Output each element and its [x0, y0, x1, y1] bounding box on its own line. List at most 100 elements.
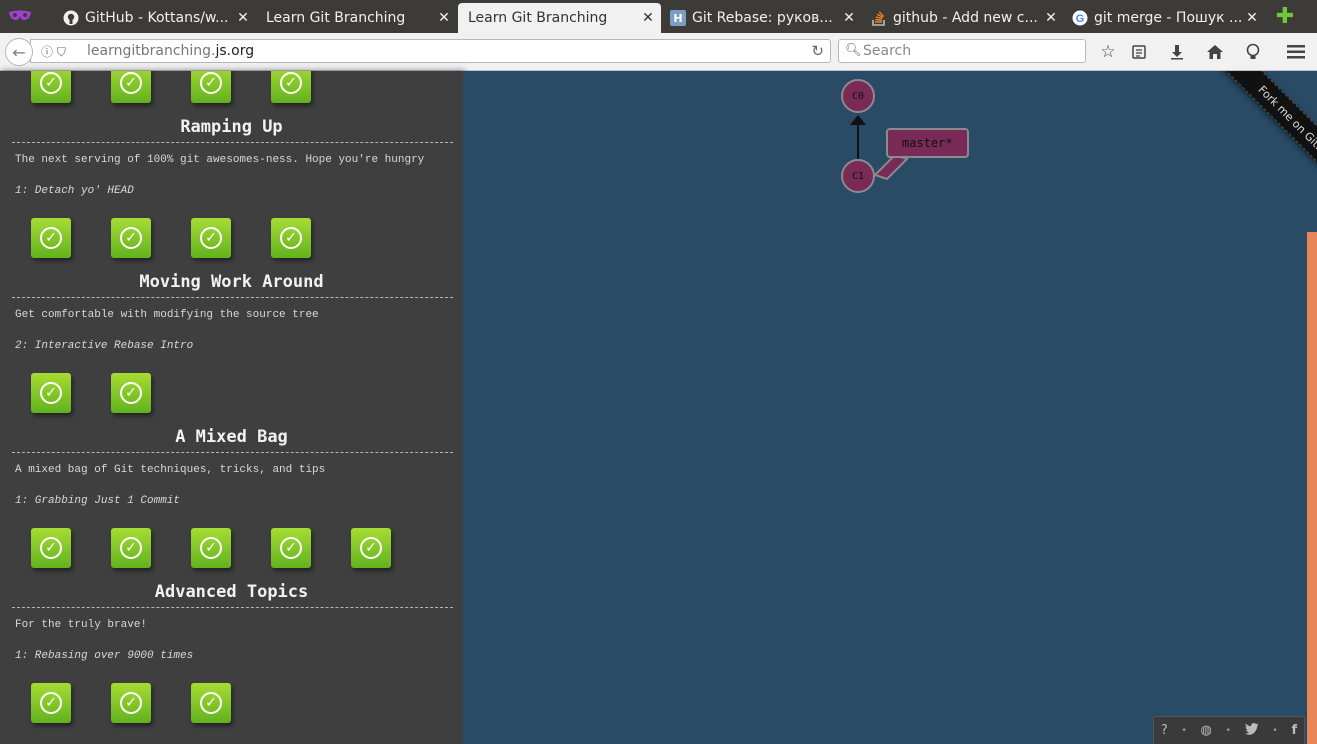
check-icon: ✓: [200, 537, 222, 559]
git-visualization-canvas[interactable]: C0 C1 master* Fork me on GitHub ? • ◍ • …: [463, 71, 1317, 744]
completed-level-button[interactable]: ✓: [271, 528, 311, 568]
url-text[interactable]: learngitbranching.js.org: [87, 43, 254, 59]
completed-level-button[interactable]: ✓: [111, 71, 151, 103]
section-divider: [12, 142, 453, 143]
tab-title: Git Rebase: руков...: [692, 10, 833, 26]
tab-title: Learn Git Branching: [468, 10, 608, 26]
check-icon: ✓: [40, 537, 62, 559]
completed-level-button[interactable]: ✓: [111, 683, 151, 723]
check-icon: ✓: [120, 692, 142, 714]
section-divider: [12, 297, 453, 298]
footer-icon-bar: ? • ◍ • • f: [1153, 716, 1305, 744]
completed-level-button[interactable]: ✓: [111, 373, 151, 413]
navigation-bar: ⓘ ⛉ learngitbranching.js.org ↻ ← 🔍︎ Sear…: [0, 33, 1317, 71]
section-divider: [12, 452, 453, 453]
habr-icon: H: [670, 10, 686, 26]
close-tab-icon[interactable]: ✕: [236, 10, 250, 26]
tab-title: github - Add new c...: [893, 10, 1038, 26]
tab-git-rebase[interactable]: H Git Rebase: руков... ✕: [662, 3, 862, 33]
check-icon: ✓: [40, 72, 62, 94]
section-description: Get comfortable with modifying the sourc…: [15, 309, 319, 321]
fork-ribbon-text[interactable]: Fork me on GitHub: [1217, 71, 1317, 201]
close-tab-icon[interactable]: ✕: [437, 10, 451, 26]
lightbulb-icon[interactable]: [1242, 41, 1264, 63]
section-description: For the truly brave!: [15, 619, 148, 631]
section-title: A Mixed Bag: [175, 427, 288, 447]
tab-git-merge-search[interactable]: G git merge - Пошук ... ✕: [1064, 3, 1265, 33]
github-icon: [63, 10, 79, 26]
close-tab-icon[interactable]: ✕: [842, 10, 856, 26]
new-tab-icon[interactable]: ✚: [1274, 6, 1296, 28]
section-description: The next serving of 100% git awesomes-ne…: [15, 154, 425, 166]
current-level-label: 2: Interactive Rebase Intro: [15, 340, 194, 352]
completed-level-button[interactable]: ✓: [31, 71, 71, 103]
completed-level-button[interactable]: ✓: [31, 683, 71, 723]
completed-level-button[interactable]: ✓: [31, 528, 71, 568]
tab-github-kottans[interactable]: GitHub - Kottans/w... ✕: [55, 3, 256, 33]
completed-level-button[interactable]: ✓: [191, 683, 231, 723]
close-tab-icon[interactable]: ✕: [1245, 10, 1259, 26]
completed-level-button[interactable]: ✓: [191, 528, 231, 568]
completed-level-button[interactable]: ✓: [191, 71, 231, 103]
close-tab-icon[interactable]: ✕: [641, 10, 655, 26]
commit-node-c1[interactable]: C1: [841, 159, 875, 193]
current-level-label: 1: Grabbing Just 1 Commit: [15, 495, 181, 507]
completed-level-button[interactable]: ✓: [271, 218, 311, 258]
completed-level-button[interactable]: ✓: [111, 218, 151, 258]
tab-learn-git-branching-1[interactable]: Learn Git Branching ✕: [256, 3, 457, 33]
completed-level-button[interactable]: ✓: [31, 373, 71, 413]
home-icon[interactable]: [1204, 41, 1226, 63]
completed-level-button[interactable]: ✓: [351, 528, 391, 568]
site-info-icon[interactable]: ⓘ ⛉: [41, 43, 66, 60]
check-icon: ✓: [120, 227, 142, 249]
level-select-panel: ✓ ✓ ✓ ✓ Ramping Up The next serving of 1…: [0, 71, 463, 744]
check-icon: ✓: [360, 537, 382, 559]
check-icon: ✓: [40, 382, 62, 404]
reload-icon[interactable]: ↻: [811, 42, 824, 60]
fork-ribbon[interactable]: Fork me on GitHub: [1187, 71, 1317, 201]
section-title: Moving Work Around: [139, 272, 324, 292]
tab-title: Learn Git Branching: [266, 10, 406, 26]
reading-list-icon[interactable]: [1128, 41, 1150, 63]
tab-github-add-new[interactable]: github - Add new c... ✕: [863, 3, 1064, 33]
downloads-icon[interactable]: [1166, 41, 1188, 63]
google-icon: G: [1072, 10, 1088, 26]
twitter-icon[interactable]: [1244, 722, 1259, 739]
check-icon: ✓: [200, 72, 222, 94]
check-icon: ✓: [40, 227, 62, 249]
check-icon: ✓: [200, 692, 222, 714]
facebook-icon[interactable]: f: [1291, 723, 1297, 738]
close-tab-icon[interactable]: ✕: [1044, 10, 1058, 26]
stackoverflow-icon: [871, 10, 887, 26]
check-icon: ✓: [280, 72, 302, 94]
commit-node-c0[interactable]: C0: [841, 79, 875, 113]
check-icon: ✓: [120, 72, 142, 94]
mask-extension-icon[interactable]: [6, 6, 34, 26]
globe-icon[interactable]: ◍: [1201, 723, 1212, 738]
current-level-label: 1: Detach yo' HEAD: [15, 185, 134, 197]
bookmark-star-icon[interactable]: ☆: [1097, 41, 1119, 63]
search-icon: 🔍︎: [845, 43, 862, 58]
back-button[interactable]: ←: [5, 38, 33, 66]
completed-level-button[interactable]: ✓: [111, 528, 151, 568]
tab-learn-git-branching-active[interactable]: Learn Git Branching ✕: [458, 3, 661, 33]
completed-level-button[interactable]: ✓: [271, 71, 311, 103]
check-icon: ✓: [40, 692, 62, 714]
svg-text:G: G: [1076, 13, 1085, 25]
side-accent-bar: [1307, 232, 1317, 744]
tab-title: GitHub - Kottans/w...: [85, 10, 229, 26]
branch-label-master[interactable]: master*: [886, 128, 969, 158]
address-bar[interactable]: ⓘ ⛉ learngitbranching.js.org ↻: [30, 39, 831, 63]
section-description: A mixed bag of Git techniques, tricks, a…: [15, 464, 326, 476]
current-level-label: 1: Rebasing over 9000 times: [15, 650, 194, 662]
section-title: Advanced Topics: [154, 582, 309, 602]
help-icon[interactable]: ?: [1161, 723, 1168, 738]
completed-level-button[interactable]: ✓: [191, 218, 231, 258]
check-icon: ✓: [120, 382, 142, 404]
search-input[interactable]: 🔍︎ Search: [838, 39, 1086, 63]
completed-level-button[interactable]: ✓: [31, 218, 71, 258]
section-divider: [12, 607, 453, 608]
tab-title: git merge - Пошук ...: [1094, 10, 1243, 26]
check-icon: ✓: [280, 227, 302, 249]
menu-icon[interactable]: [1285, 41, 1307, 63]
